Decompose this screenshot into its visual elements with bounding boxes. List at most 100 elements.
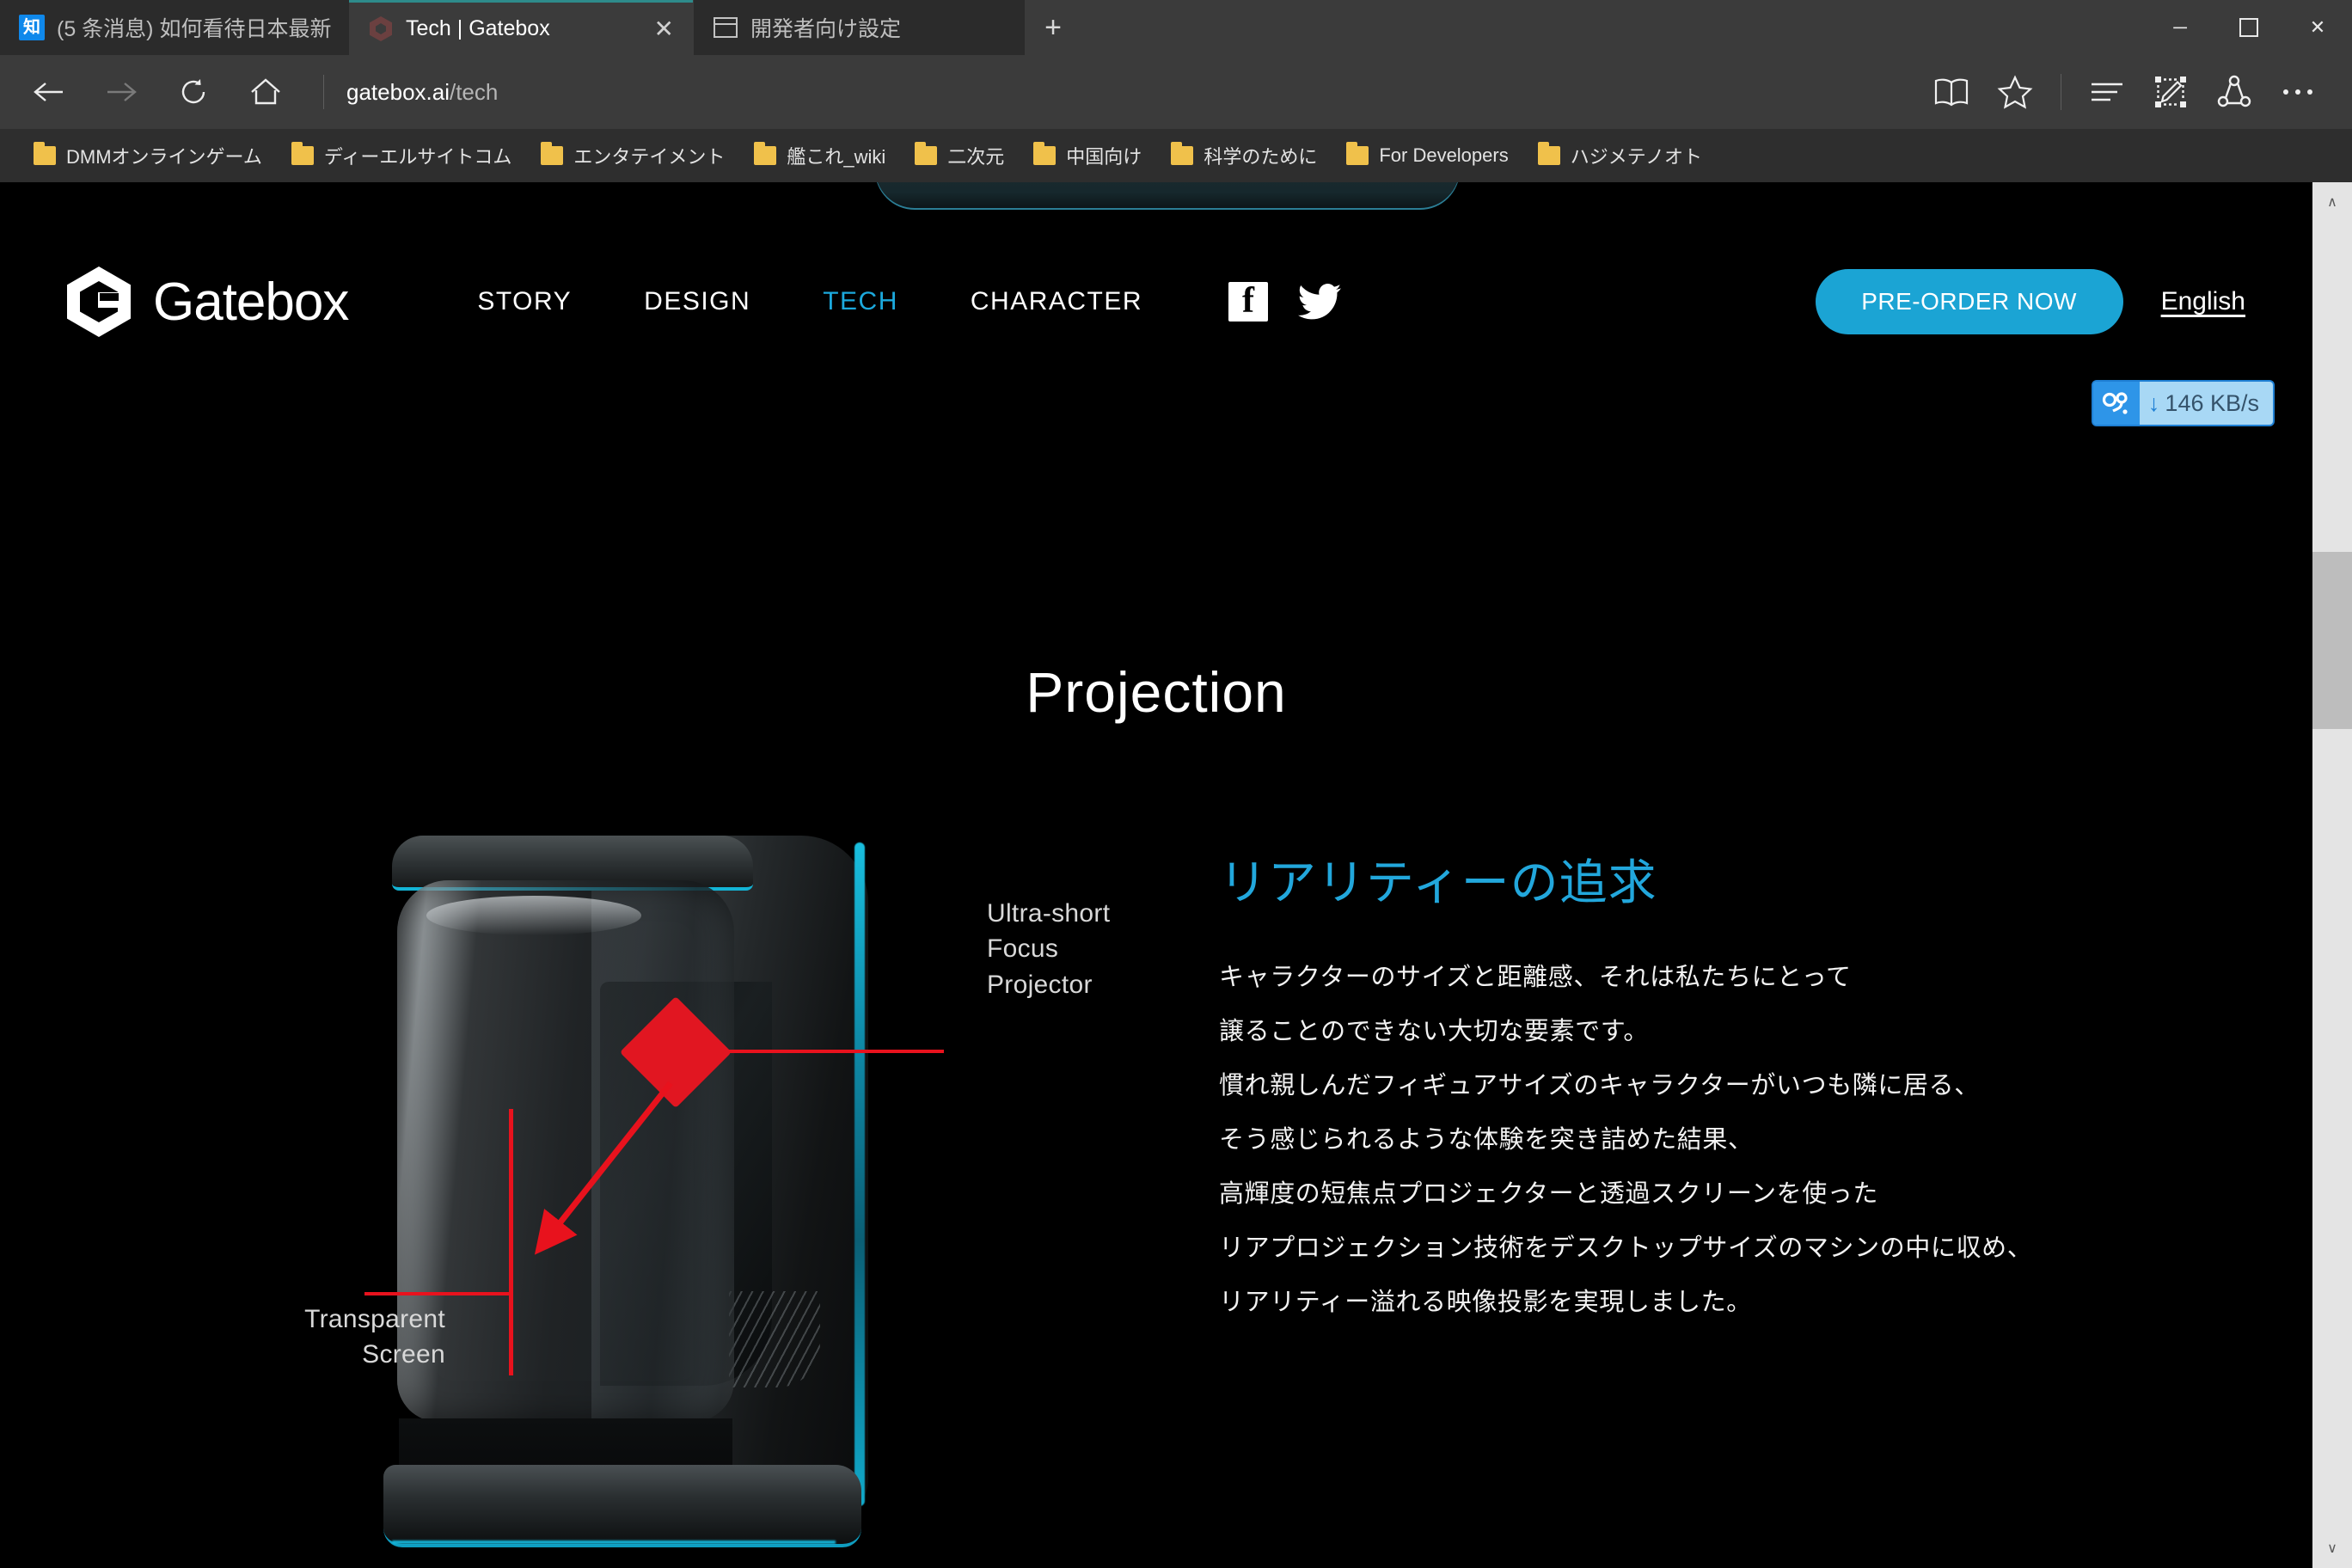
folder-icon (915, 142, 938, 165)
bookmark-label: 中国向け (1066, 146, 1142, 168)
scrollbar-thumb[interactable] (2312, 552, 2352, 729)
pre-order-button[interactable]: PRE-ORDER NOW (1815, 269, 2123, 334)
nav-item-character[interactable]: CHARACTER (934, 287, 1179, 316)
folder-icon (291, 142, 314, 165)
gatebox-device-image (383, 836, 868, 1547)
bookmark-item[interactable]: 科学のために (1156, 142, 1332, 169)
folder-icon (1537, 142, 1560, 165)
page-title: Projection (1026, 660, 1287, 724)
device-sliver-decoration (875, 182, 1460, 210)
speed-value: 146 KB/s (2165, 389, 2259, 416)
language-link[interactable]: English (2161, 287, 2245, 316)
more-icon[interactable] (2266, 65, 2330, 119)
label-line: Projector (987, 970, 1093, 999)
screen-leader-line (364, 1292, 512, 1295)
nav-item-design[interactable]: DESIGN (608, 287, 787, 316)
tab-title: Tech | Gatebox (406, 16, 550, 40)
bookmark-item[interactable]: For Developers (1332, 142, 1522, 167)
forward-button[interactable] (95, 65, 148, 119)
address-bar: gatebox.ai/tech (0, 55, 2352, 129)
gatebox-logomark-icon (67, 266, 131, 337)
label-line: Transparent (304, 1305, 445, 1333)
twitter-icon[interactable] (1297, 283, 1342, 321)
minimize-button[interactable]: ─ (2146, 0, 2214, 55)
network-speed-text: ↓ 146 KB/s (2140, 390, 2273, 417)
bookmark-label: 二次元 (947, 146, 1005, 168)
address-divider (323, 75, 324, 109)
paragraph-line: そう感じられるような体験を突き詰めた結果、 (1219, 1126, 1754, 1154)
label-line: Focus (987, 934, 1059, 964)
folder-icon (1346, 142, 1369, 165)
bookmark-item[interactable]: 中国向け (1019, 142, 1156, 169)
gatebox-logo[interactable]: Gatebox (67, 266, 349, 337)
label-transparent-screen: Transparent Screen (213, 1302, 445, 1373)
tab-strip: 知 (5 条消息) 如何看待日本最新 Tech | Gatebox ✕ 開発者向… (0, 0, 2352, 55)
folder-icon (1033, 142, 1057, 165)
bookmark-label: ハジメテノオト (1570, 146, 1703, 168)
new-tab-button[interactable]: + (1025, 0, 1081, 55)
bookmark-label: For Developers (1379, 144, 1509, 166)
download-arrow-icon: ↓ (2147, 389, 2160, 416)
reading-view-icon[interactable] (1920, 65, 1983, 119)
folder-icon (754, 142, 777, 165)
back-button[interactable] (22, 65, 76, 119)
network-monitor-icon (2092, 382, 2140, 425)
device-base-plate (383, 1465, 861, 1547)
site-nav: STORY DESIGN TECH CHARACTER (441, 282, 1342, 322)
label-ultra-short-focus-projector: Ultra-short Focus Projector (987, 896, 1110, 1002)
scroll-up-button[interactable]: ∧ (2312, 182, 2352, 222)
paragraph-line: リアリティー溢れる映像投影を実現しました。 (1219, 1289, 1752, 1316)
section-heading: リアリティーの追求 (1219, 855, 1657, 910)
browser-tab-zhihu[interactable]: 知 (5 条消息) 如何看待日本最新 (0, 0, 349, 55)
paragraph-line: 譲ることのできない大切な要素です。 (1219, 1018, 1650, 1045)
browser-toolbar (1920, 65, 2330, 119)
web-note-icon[interactable] (2139, 65, 2202, 119)
home-button[interactable] (239, 65, 292, 119)
bookmark-label: 科学のために (1204, 146, 1318, 168)
transparent-screen-indicator (509, 1109, 513, 1375)
bookmark-item[interactable]: ハジメテノオト (1523, 142, 1717, 169)
gatebox-page: Gatebox STORY DESIGN TECH CHARACTER f PR… (0, 182, 2312, 1568)
scroll-down-button[interactable]: ∨ (2312, 1528, 2352, 1568)
projector-leader-line (729, 1050, 944, 1053)
maximize-button[interactable] (2214, 0, 2283, 55)
social-links (1228, 282, 1342, 322)
hub-icon[interactable] (2075, 65, 2139, 119)
browser-window: 知 (5 条消息) 如何看待日本最新 Tech | Gatebox ✕ 開発者向… (0, 0, 2352, 1568)
nav-item-tech[interactable]: TECH (787, 287, 934, 316)
paragraph-line: 高輝度の短焦点プロジェクターと透過スクリーンを使った (1219, 1180, 1878, 1208)
gatebox-icon (368, 16, 394, 42)
favorites-star-icon[interactable] (1983, 65, 2047, 119)
bookmark-item[interactable]: DMMオンラインゲーム (19, 142, 277, 169)
page-viewport: Gatebox STORY DESIGN TECH CHARACTER f PR… (0, 182, 2352, 1568)
header-actions: PRE-ORDER NOW English (1815, 269, 2245, 334)
bookmark-item[interactable]: 二次元 (900, 142, 1019, 169)
browser-tab-dev-settings[interactable]: 開発者向け設定 (693, 0, 1025, 55)
browser-tab-gatebox[interactable]: Tech | Gatebox ✕ (349, 0, 693, 55)
device-vents (729, 1291, 820, 1387)
site-header: Gatebox STORY DESIGN TECH CHARACTER f PR… (0, 222, 2312, 382)
facebook-icon[interactable] (1228, 282, 1269, 322)
bookmark-label: ディーエルサイトコム (323, 146, 512, 168)
bookmark-label: DMMオンラインゲーム (66, 146, 262, 168)
label-line: Ultra-short (987, 899, 1111, 928)
window-controls: ─ ✕ (2146, 0, 2352, 55)
share-icon[interactable] (2202, 65, 2266, 119)
nav-item-story[interactable]: STORY (441, 287, 608, 316)
url-host: gatebox.ai (346, 78, 450, 105)
close-tab-icon[interactable]: ✕ (651, 16, 677, 41)
bookmark-item[interactable]: 艦これ_wiki (739, 142, 900, 169)
bookmark-label: 艦これ_wiki (787, 146, 886, 168)
tab-title: (5 条消息) 如何看待日本最新 (57, 17, 332, 41)
bookmarks-bar: DMMオンラインゲーム ディーエルサイトコム エンタテイメント 艦これ_wiki… (0, 129, 2352, 182)
bookmark-item[interactable]: エンタテイメント (526, 142, 739, 169)
page-scrollbar[interactable]: ∧ ∨ (2312, 182, 2352, 1568)
close-window-button[interactable]: ✕ (2283, 0, 2352, 55)
refresh-button[interactable] (167, 65, 220, 119)
label-line: Screen (362, 1340, 445, 1369)
paragraph-line: キャラクターのサイズと距離感、それは私たちにとって (1219, 964, 1852, 991)
network-speed-badge[interactable]: ↓ 146 KB/s (2092, 382, 2273, 425)
bookmark-item[interactable]: ディーエルサイトコム (277, 142, 526, 169)
paragraph-line: 慣れ親しんだフィギュアサイズのキャラクターがいつも隣に居る、 (1219, 1072, 1980, 1099)
url-input[interactable]: gatebox.ai/tech (346, 79, 1920, 106)
